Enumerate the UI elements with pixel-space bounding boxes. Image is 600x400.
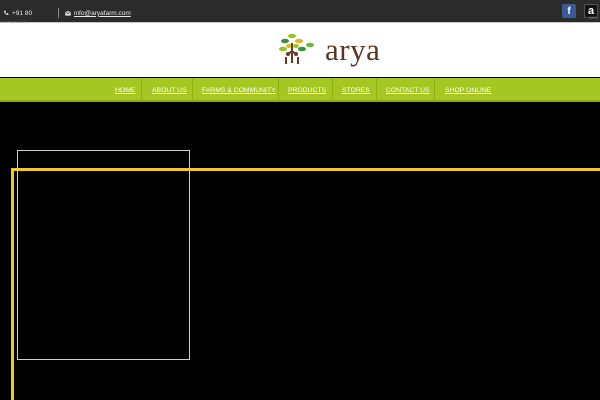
nav-about-us[interactable]: ABOUT US (152, 78, 187, 102)
nav-divider (278, 78, 279, 102)
envelope-icon (65, 10, 71, 16)
main-navigation: HOME ABOUT US FARMS & COMMUNITY PRODUCTS… (0, 78, 600, 102)
nav-divider (376, 78, 377, 102)
brand-logotype[interactable]: arya (325, 32, 380, 68)
top-bar: +91 80 info@aryafarm.com f a INDIA (0, 0, 600, 22)
phone-icon (4, 10, 9, 15)
phone-contact[interactable]: +91 80 (3, 7, 32, 19)
email-contact[interactable]: info@aryafarm.com (65, 7, 131, 19)
nav-divider (434, 78, 435, 102)
nav-divider (192, 78, 193, 102)
nav-stores[interactable]: STORES (342, 78, 370, 102)
site-header: arya (0, 23, 600, 77)
hero-content-box (17, 150, 190, 360)
nav-shop-online[interactable]: SHOP ONLINE (445, 78, 491, 102)
nav-divider (332, 78, 333, 102)
nav-products[interactable]: PRODUCTS (288, 78, 326, 102)
nav-home[interactable]: HOME (115, 78, 135, 102)
nav-contact-us[interactable]: CONTACT US (386, 78, 430, 102)
nav-divider (141, 78, 142, 102)
topbar-divider (58, 8, 59, 18)
facebook-icon[interactable]: f (562, 4, 576, 18)
amazon-caption: INDIA (589, 16, 599, 20)
email-link[interactable]: info@aryafarm.com (74, 10, 131, 17)
phone-number: +91 80 (12, 9, 33, 17)
nav-farms-community[interactable]: FARMS & COMMUNITY (202, 78, 276, 102)
